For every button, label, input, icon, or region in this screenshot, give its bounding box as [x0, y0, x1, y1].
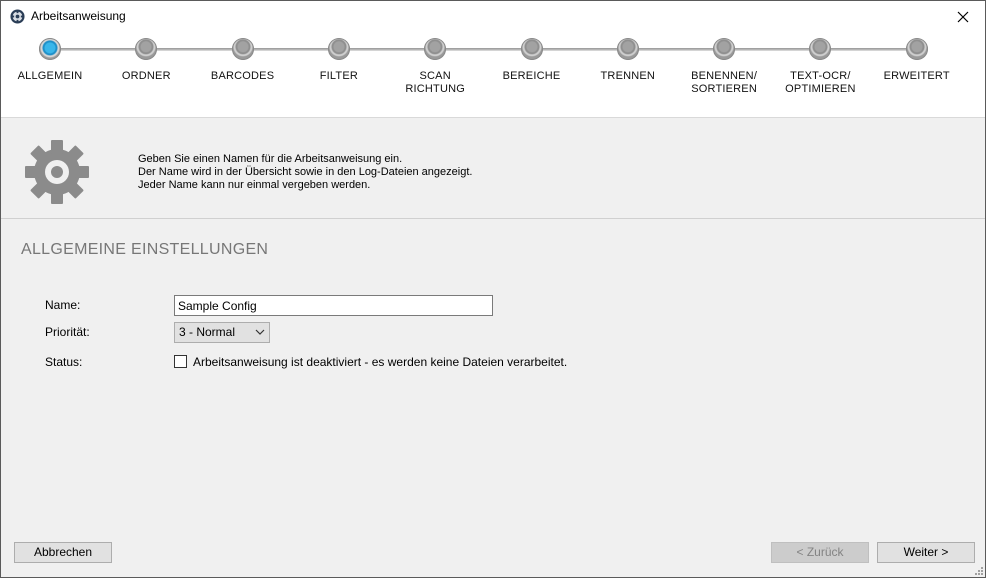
wizard-step-label: ORDNER — [121, 70, 171, 82]
deactivated-checkbox[interactable] — [174, 355, 187, 368]
info-line: Jeder Name kann nur einmal vergeben werd… — [138, 179, 371, 191]
name-label: Name: — [45, 298, 81, 312]
title-bar: Arbeitsanweisung — [1, 1, 985, 32]
back-button[interactable]: < Zurück — [771, 542, 869, 563]
priority-selected-value: 3 - Normal — [179, 325, 236, 339]
wizard-step-label: BARCODES — [210, 70, 275, 82]
name-input[interactable] — [174, 295, 493, 316]
chevron-down-icon — [255, 329, 265, 335]
wizard-step-label: BEREICHE — [502, 70, 561, 82]
step-indicator-icon — [231, 38, 254, 60]
info-line: Der Name wird in der Übersicht sowie in … — [138, 166, 473, 178]
step-indicator-icon — [135, 38, 158, 60]
wizard-step-label: ERWEITERT — [883, 70, 950, 82]
step-indicator-icon — [327, 38, 350, 60]
step-indicator-icon — [424, 38, 447, 60]
info-line: Geben Sie einen Namen für die Arbeitsanw… — [138, 153, 403, 165]
app-gear-icon — [10, 9, 25, 24]
cancel-button[interactable]: Abbrechen — [14, 542, 112, 563]
settings-gear-icon — [25, 140, 89, 204]
wizard-step-label: SCAN RICHTUNG — [405, 70, 466, 95]
info-text: Geben Sie einen Namen für die Arbeitsanw… — [138, 153, 472, 192]
deactivated-checkbox-label[interactable]: Arbeitsanweisung ist deaktiviert - es we… — [193, 355, 567, 369]
wizard-step-label: ALLGEMEIN — [17, 70, 83, 82]
dialog-window: Arbeitsanweisung ALLGEMEIN ORDNER BARCODES… — [0, 0, 986, 578]
next-button[interactable]: Weiter > — [877, 542, 975, 563]
close-button[interactable] — [941, 1, 985, 32]
info-panel: Geben Sie einen Namen für die Arbeitsanw… — [1, 118, 985, 218]
priority-label: Priorität: — [45, 325, 90, 339]
wizard-step-label: BENENNEN/ SORTIEREN — [691, 70, 758, 95]
resize-grip-icon[interactable] — [973, 565, 983, 575]
status-label: Status: — [45, 355, 83, 369]
wizard-stepper: ALLGEMEIN ORDNER BARCODES FILTER SCAN RICHTU… — [1, 32, 985, 117]
step-indicator-icon — [520, 38, 543, 60]
divider — [1, 218, 985, 219]
wizard-step-label: TRENNEN — [600, 70, 656, 82]
wizard-step-label: TEXT-OCR/ OPTIMIEREN — [785, 70, 856, 95]
step-indicator-icon — [713, 38, 736, 60]
wizard-step-label: FILTER — [319, 70, 359, 82]
priority-select[interactable]: 3 - Normal — [174, 322, 270, 343]
section-title: ALLGEMEINE EINSTELLUNGEN — [21, 241, 269, 258]
active-step-indicator-icon — [39, 38, 61, 60]
window-title: Arbeitsanweisung — [31, 9, 126, 23]
step-indicator-icon — [809, 38, 832, 60]
step-indicator-icon — [905, 38, 928, 60]
close-icon — [957, 11, 969, 22]
step-indicator-icon — [616, 38, 639, 60]
stepper-track — [50, 48, 917, 51]
